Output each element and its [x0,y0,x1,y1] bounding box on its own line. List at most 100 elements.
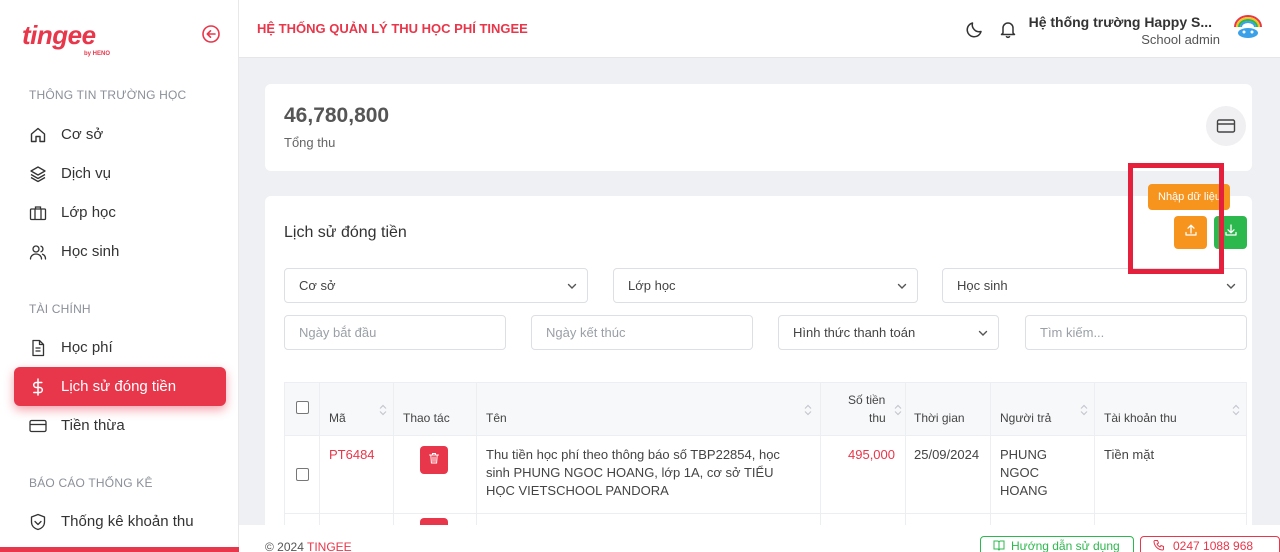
column-header-code[interactable]: Mã [329,411,346,425]
sidebar: tingee by HENO THÔNG TIN TRƯỜNG HỌC Cơ s… [0,0,239,552]
copyright: © 2024 TINGEE [265,540,352,552]
column-header-payer[interactable]: Người trả [1000,411,1051,425]
sort-icon[interactable] [379,403,387,416]
sidebar-item-label: Học sinh [61,243,120,260]
sidebar-item-students[interactable]: Học sinh [14,232,226,271]
sidebar-bottom-strip [0,547,239,552]
users-icon [28,242,48,262]
logo-sub: by HENO [84,51,111,57]
credit-card-icon [1206,106,1246,146]
sidebar-item-label: Lớp học [61,204,116,221]
delete-button[interactable] [420,446,448,474]
payment-history-card: Lịch sử đóng tiền Nhập dữ liệu Cơ sở Lớp… [265,184,1252,552]
row-checkbox[interactable] [296,468,309,481]
chevron-down-icon [896,280,908,292]
chevron-down-icon [977,327,989,339]
table-header: Mã Thao tác Tên Số tiền thu Thời gian Ng… [284,382,1247,437]
campus-select[interactable]: Cơ sở [284,268,588,303]
tingee-logo[interactable]: tingee by HENO [22,20,110,57]
chevron-down-icon [566,280,578,292]
class-select[interactable]: Lớp học [613,268,918,303]
column-divider [1094,436,1095,514]
chevron-down-icon [1225,280,1237,292]
sidebar-item-overpayment[interactable]: Tiền thừa [14,406,226,445]
column-divider [319,436,320,514]
sidebar-item-services[interactable]: Dịch vụ [14,154,226,193]
row-code[interactable]: PT6484 [329,446,375,464]
footer: © 2024 TINGEE Hướng dẫn sử dụng 0247 108… [239,525,1280,552]
campus-select-value: Cơ sở [299,278,336,293]
sort-icon[interactable] [1080,403,1088,416]
total-value: 46,780,800 [284,104,390,127]
sort-icon[interactable] [1232,403,1240,416]
user-guide-label: Hướng dẫn sử dụng [1011,539,1120,552]
column-divider [905,436,906,514]
credit-card-icon [28,416,48,436]
start-date-placeholder: Ngày bắt đầu [299,325,377,340]
search-placeholder: Tìm kiếm... [1040,325,1105,340]
column-header-action: Thao tác [403,411,450,425]
sort-icon[interactable] [894,403,902,416]
column-divider [905,383,906,437]
collapse-sidebar-icon[interactable] [201,24,221,44]
search-input[interactable]: Tìm kiếm... [1025,315,1247,350]
sidebar-item-classes[interactable]: Lớp học [14,193,226,232]
footer-brand-link[interactable]: TINGEE [307,540,352,552]
row-amount: 495,000 [848,447,895,462]
column-header-amount-line2[interactable]: thu [869,411,886,425]
student-select-value: Học sinh [957,278,1008,293]
start-date-input[interactable]: Ngày bắt đầu [284,315,506,350]
home-icon [28,125,48,145]
total-revenue-card: 46,780,800 Tổng thu [265,84,1252,171]
logo-text: tingee [22,20,96,50]
sidebar-item-label: Dịch vụ [61,165,112,182]
total-label: Tổng thu [284,135,336,150]
highlight-annotation-box [1128,163,1224,274]
table-row[interactable]: PT6484 Thu tiền học phí theo thông báo s… [284,436,1247,514]
column-divider [820,436,821,514]
bell-icon[interactable] [998,19,1018,39]
download-icon [1224,223,1238,242]
sort-icon[interactable] [804,403,812,416]
section-title-finance: TÀI CHÍNH [29,302,91,316]
trash-icon [428,451,440,469]
column-header-account[interactable]: Tài khoản thu [1104,411,1177,425]
phone-icon [1153,539,1165,552]
section-title: Lịch sử đóng tiền [284,224,407,241]
column-header-name[interactable]: Tên [486,411,507,425]
sidebar-item-tuition[interactable]: Học phí [14,328,226,367]
file-icon [28,338,48,358]
school-avatar[interactable] [1231,11,1265,45]
sidebar-item-label: Tiền thừa [61,417,125,434]
row-payer: PHUNG NGOC HOANG [1000,447,1048,498]
sidebar-item-payment-history[interactable]: Lịch sử đóng tiền [14,367,226,406]
user-guide-button[interactable]: Hướng dẫn sử dụng [980,536,1134,552]
sidebar-item-revenue-stats[interactable]: Thống kê khoản thu [14,502,226,541]
briefcase-icon [28,203,48,223]
column-divider [476,436,477,514]
sidebar-item-label: Học phí [61,339,113,356]
select-all-checkbox[interactable] [296,401,309,414]
payment-method-value: Hình thức thanh toán [793,325,916,340]
moon-icon[interactable] [965,19,985,39]
column-divider [820,383,821,437]
book-icon [993,539,1005,552]
payment-method-select[interactable]: Hình thức thanh toán [778,315,999,350]
hotline-label: 0247 1088 968 [1173,539,1254,552]
end-date-input[interactable]: Ngày kết thúc [531,315,753,350]
column-divider [990,436,991,514]
row-time: 25/09/2024 [914,447,980,462]
column-header-amount-line1[interactable]: Số tiền [848,393,885,407]
column-divider [393,383,394,437]
column-divider [1094,383,1095,437]
user-role: School admin [1141,32,1220,47]
section-title-reports: BÁO CÁO THỐNG KÊ [29,476,153,490]
sidebar-item-campus[interactable]: Cơ sở [14,115,226,154]
sidebar-item-label: Cơ sở [61,126,104,143]
sidebar-item-label: Thống kê khoản thu [61,513,194,530]
row-account: Tiền mặt [1104,447,1155,462]
school-name: Hệ thống trường Happy S... [1028,14,1212,30]
column-divider [319,383,320,437]
sidebar-item-label: Lịch sử đóng tiền [61,378,177,395]
hotline-button[interactable]: 0247 1088 968 [1140,536,1280,552]
